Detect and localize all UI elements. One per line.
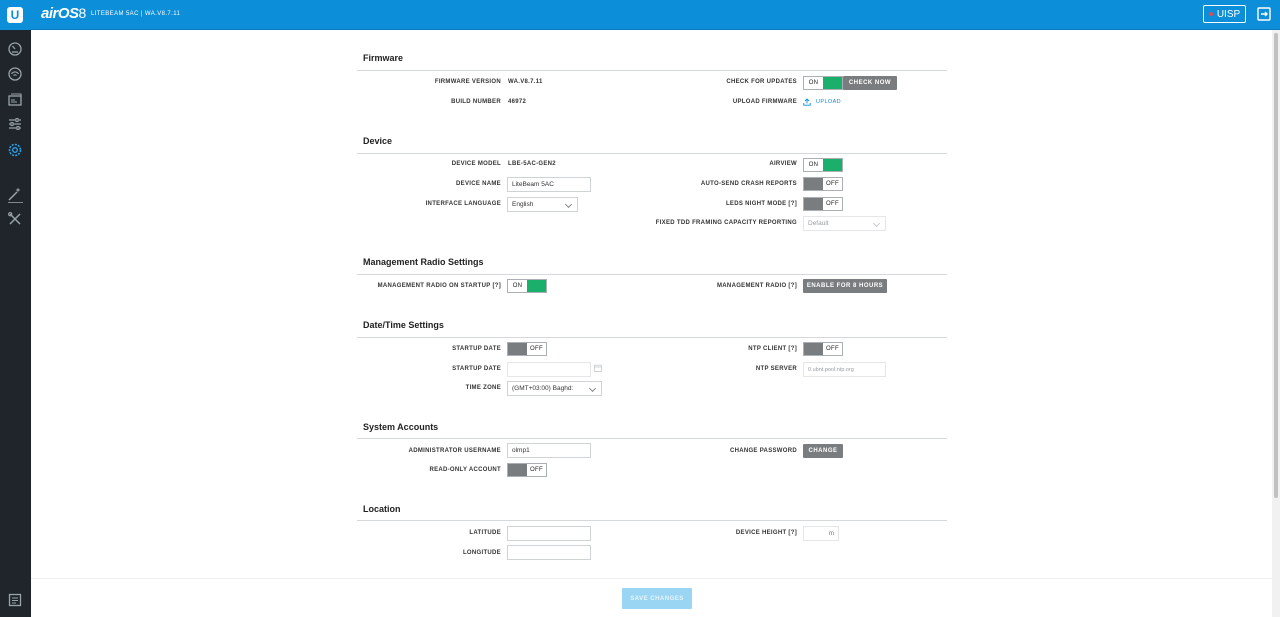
tdd-reporting-select[interactable]: Default: [803, 216, 886, 231]
brand-name: airOS: [41, 5, 79, 22]
uisp-status-dot-icon: [1208, 12, 1213, 16]
read-only-account-toggle[interactable]: OFF: [507, 463, 547, 477]
uisp-button[interactable]: UISP: [1203, 5, 1246, 23]
interface-language-label: INTERFACE LANGUAGE: [425, 201, 501, 207]
section-divider: [357, 520, 947, 521]
crash-reports-toggle[interactable]: OFF: [803, 177, 843, 191]
log-icon[interactable]: [7, 592, 23, 608]
change-password-label: CHANGE PASSWORD: [729, 448, 797, 454]
longitude-field[interactable]: [507, 545, 591, 560]
section-title-location: Location: [363, 504, 401, 514]
device-info: LITEBEAM 5AC | WA.V8.7.11: [91, 11, 181, 17]
scrollbar-thumb[interactable]: [1274, 33, 1278, 498]
airos-brand: airOS8: [41, 5, 86, 22]
scrollbar[interactable]: [1272, 30, 1280, 617]
toggle-knob: [804, 178, 823, 190]
ntp-client-label: NTP CLIENT [?]: [748, 346, 797, 352]
sidebar-divider: [8, 202, 23, 203]
footer-divider: [31, 578, 1272, 579]
toggle-knob: [804, 198, 823, 210]
time-zone-label: TIME ZONE: [465, 385, 501, 391]
airview-toggle[interactable]: ON: [803, 158, 843, 172]
device-height-unit: m: [828, 530, 834, 537]
sidebar: [0, 30, 31, 617]
section-title-device: Device: [363, 136, 393, 146]
chevron-down-icon: [588, 384, 597, 393]
tdd-reporting-value: Default: [808, 220, 829, 227]
device-model-label: DEVICE MODEL: [451, 161, 501, 167]
leds-night-mode-label: LEDS NIGHT MODE [?]: [725, 201, 797, 207]
logo-letter: U: [7, 7, 23, 23]
logout-icon[interactable]: [1257, 7, 1271, 21]
network-icon[interactable]: [7, 91, 23, 107]
crash-reports-label: AUTO-SEND CRASH REPORTS: [700, 181, 797, 187]
leds-night-mode-toggle[interactable]: OFF: [803, 197, 843, 211]
check-now-button[interactable]: CHECK NOW: [843, 76, 897, 90]
toggle-state: OFF: [530, 467, 543, 473]
firmware-version-label: FIRMWARE VERSION: [434, 79, 501, 85]
device-height-label: DEVICE HEIGHT [?]: [735, 530, 797, 536]
save-changes-button[interactable]: SAVE CHANGES: [622, 588, 692, 609]
device-height-field[interactable]: m: [803, 526, 839, 541]
section-title-firmware: Firmware: [363, 53, 404, 63]
toggle-knob: [508, 464, 527, 476]
airview-label: AIRVIEW: [769, 161, 797, 167]
upload-link[interactable]: UPLOAD: [803, 98, 841, 106]
toggle-knob: [823, 159, 842, 171]
upload-firmware-label: UPLOAD FIRMWARE: [732, 99, 797, 105]
build-number-label: BUILD NUMBER: [451, 99, 501, 105]
brand-version: 8: [78, 5, 87, 21]
time-zone-select[interactable]: (GMT+03:00) Baghd:: [507, 381, 602, 396]
tools-wand-icon[interactable]: [7, 186, 23, 202]
check-updates-label: CHECK FOR UPDATES: [726, 79, 797, 85]
chevron-down-icon: [872, 219, 881, 228]
ntp-client-toggle[interactable]: OFF: [803, 342, 843, 356]
section-divider: [357, 337, 947, 338]
uisp-label: UISP: [1216, 8, 1241, 20]
upload-link-text: UPLOAD: [816, 99, 842, 105]
startup-date-label: STARTUP DATE: [452, 366, 501, 372]
section-title-datetime: Date/Time Settings: [363, 320, 444, 330]
section-divider: [357, 274, 947, 275]
tdd-reporting-label: FIXED TDD FRAMING CAPACITY REPORTING: [655, 220, 797, 226]
section-divider: [357, 70, 947, 71]
upload-icon: [803, 98, 811, 106]
read-only-account-label: READ-ONLY ACCOUNT: [429, 467, 501, 473]
section-divider: [357, 438, 947, 439]
toggle-knob: [823, 77, 842, 89]
top-bar: U airOS8 LITEBEAM 5AC | WA.V8.7.11 UISP: [0, 0, 1280, 30]
toggle-knob: [804, 343, 823, 355]
time-zone-value: (GMT+03:00) Baghd:: [512, 385, 574, 392]
mgmt-radio-label: MANAGEMENT RADIO [?]: [717, 283, 797, 289]
dashboard-icon[interactable]: [7, 41, 23, 57]
mgmt-radio-startup-label: MANAGEMENT RADIO ON STARTUP [?]: [377, 283, 501, 289]
services-icon[interactable]: [7, 116, 23, 132]
main-content: [31, 30, 1272, 617]
tools-icon[interactable]: [7, 211, 23, 227]
admin-username-label: ADMINISTRATOR USERNAME: [408, 448, 501, 454]
toggle-state: ON: [808, 162, 819, 168]
change-password-button[interactable]: CHANGE: [803, 444, 843, 458]
toggle-state: OFF: [826, 181, 839, 187]
longitude-label: LONGITUDE: [462, 550, 501, 556]
check-updates-toggle[interactable]: ON: [803, 76, 843, 90]
toggle-state: OFF: [826, 201, 839, 207]
enable-8-hours-button[interactable]: ENABLE FOR 8 HOURS: [803, 279, 887, 293]
device-name-label: DEVICE NAME: [456, 181, 501, 187]
section-title-accounts: System Accounts: [363, 422, 439, 432]
startup-date-toggle-label: STARTUP DATE: [452, 346, 501, 352]
toggle-state: ON: [808, 80, 819, 86]
system-settings-icon[interactable]: [7, 142, 23, 158]
latitude-label: LATITUDE: [469, 530, 501, 536]
ntp-server-label: NTP SERVER: [755, 366, 797, 372]
wireless-icon[interactable]: [7, 66, 23, 82]
toggle-state: OFF: [826, 346, 839, 352]
section-divider: [357, 153, 947, 154]
ubiquiti-logo[interactable]: U: [0, 0, 30, 30]
ntp-server-field[interactable]: 0.ubnt.pool.ntp.org: [803, 362, 886, 377]
section-title-management-radio: Management Radio Settings: [363, 257, 484, 267]
